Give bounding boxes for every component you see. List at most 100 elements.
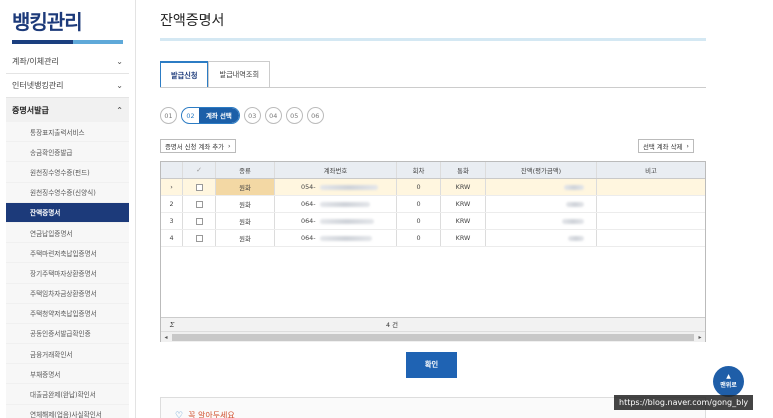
add-account-label: 증명서 신청 계좌 추가 [165, 142, 225, 151]
masked-balance [566, 201, 584, 207]
delete-selected-button[interactable]: 선택 계좌 삭제 › [638, 139, 694, 153]
column-header-note: 비고 [645, 166, 657, 175]
masked-balance [564, 184, 584, 190]
row-account: 054- [275, 179, 397, 195]
row-balance [486, 196, 597, 212]
row-number: 2 [161, 196, 183, 212]
sidebar-item[interactable]: 송금확인증발급 [6, 142, 129, 163]
row-seq: 0 [397, 213, 441, 229]
row-number: 3 [161, 213, 183, 229]
row-balance [486, 213, 597, 229]
page-title: 잔액증명서 [160, 13, 225, 29]
column-header-type: 종류 [216, 162, 275, 178]
scroll-to-top-button[interactable]: ▲ 맨위로 [713, 366, 744, 397]
masked-account [319, 201, 370, 207]
menu-group-internet-banking[interactable]: 인터넷뱅킹관리 ⌄ [6, 74, 129, 98]
step-1: 01 [160, 107, 177, 124]
row-balance [486, 230, 597, 246]
title-divider [160, 38, 706, 41]
row-account: 064- [275, 196, 397, 212]
row-note [597, 196, 705, 212]
step-indicator: 01 02 계좌 선택 03 04 05 06 [160, 107, 324, 124]
row-note [597, 230, 705, 246]
sidebar-item[interactable]: 부채증명서 [6, 364, 129, 385]
sum-icon: Σ [169, 320, 175, 329]
sidebar-item[interactable]: 연체해제(업음)사실확인서 [6, 404, 129, 418]
sidebar-item[interactable]: 원천징수영수증(펀드) [6, 162, 129, 183]
sidebar-item[interactable]: 공동인증서발급확인증 [6, 323, 129, 345]
horizontal-scrollbar[interactable]: ◂ ▸ [161, 331, 705, 342]
tab-divider [160, 87, 706, 88]
step-2-label: 계좌 선택 [199, 108, 239, 123]
step-3: 03 [243, 107, 261, 124]
account-prefix: 054- [301, 183, 316, 191]
masked-account [319, 218, 374, 224]
delete-selected-label: 선택 계좌 삭제 [643, 142, 683, 151]
row-currency: KRW [441, 230, 486, 246]
chevron-down-icon: ⌄ [116, 81, 123, 90]
table-footer: Σ 4 건 [161, 317, 705, 331]
chevron-up-icon: ⌃ [116, 105, 123, 115]
sidebar-item[interactable]: 주택청약저축납입증명서 [6, 303, 129, 324]
masked-balance [568, 235, 584, 241]
column-header-check[interactable]: ✓ [183, 162, 216, 178]
row-checkbox[interactable] [183, 213, 216, 229]
row-account: 064- [275, 230, 397, 246]
step-2-number: 02 [182, 108, 199, 123]
main-content: 잔액증명서 발급신청 발급내역조회 01 02 계좌 선택 03 04 05 0… [136, 0, 773, 418]
row-note [597, 213, 705, 229]
step-4: 04 [264, 107, 282, 124]
table-row[interactable]: 3 원화 064- 0 KRW [161, 213, 705, 230]
scrollbar-thumb[interactable] [172, 333, 694, 341]
notice-title: ♡ 꼭 알아두세요 [175, 410, 235, 418]
menu-group-account-transfer[interactable]: 계좌/이체관리 ⌄ [6, 50, 129, 74]
sidebar-item[interactable]: 대출금완제(완납)확인서 [6, 384, 129, 405]
menu-group-certificates[interactable]: 증명서발급 ⌃ [6, 98, 129, 122]
tab-issue-request[interactable]: 발급신청 [160, 61, 209, 88]
sidebar-item[interactable]: 금융거래확인서 [6, 344, 129, 365]
table-row[interactable]: 4 원화 064- 0 KRW [161, 230, 705, 247]
sidebar-brand: 뱅킹관리 [12, 10, 83, 34]
sidebar-item[interactable]: 통장표지출력서비스 [6, 122, 129, 143]
scroll-left-icon[interactable]: ◂ [161, 334, 171, 341]
masked-balance [562, 218, 584, 224]
notice-label: 꼭 알아두세요 [188, 411, 235, 418]
sidebar-item[interactable]: 주택마련저축납입증명서 [6, 243, 129, 264]
row-type: 원화 [216, 179, 275, 195]
row-count: 4 건 [386, 321, 398, 329]
scroll-right-icon[interactable]: ▸ [695, 334, 705, 341]
row-number: 4 [161, 230, 183, 246]
sidebar-item[interactable]: 주택임차자금상환증명서 [6, 283, 129, 304]
sidebar-item[interactable]: 원천징수영수증(신양식) [6, 182, 129, 203]
sidebar-item[interactable]: 연금납입증명서 [6, 222, 129, 244]
table-row[interactable]: › 원화 054- 0 KRW [161, 179, 705, 196]
chevron-right-icon: › [686, 142, 689, 150]
row-note [597, 179, 705, 195]
menu-group-label: 인터넷뱅킹관리 [12, 81, 64, 90]
row-balance [486, 179, 597, 195]
column-header-account: 계좌번호 [275, 162, 397, 178]
watermark: https://blog.naver.com/gong_bly [614, 395, 754, 410]
column-header-currency: 통화 [441, 162, 486, 178]
row-currency: KRW [441, 179, 486, 195]
column-header-balance: 잔액(평가금액) [486, 162, 597, 178]
row-checkbox[interactable] [183, 179, 216, 195]
add-account-button[interactable]: 증명서 신청 계좌 추가 › [160, 139, 236, 153]
chevron-down-icon: ⌄ [116, 57, 123, 66]
sidebar: 뱅킹관리 계좌/이체관리 ⌄ 인터넷뱅킹관리 ⌄ 증명서발급 ⌃ 통장표지출력서… [0, 0, 136, 418]
row-type: 원화 [216, 196, 275, 212]
menu-group-label: 증명서발급 [12, 105, 49, 115]
tab-issue-history[interactable]: 발급내역조회 [208, 61, 271, 88]
sidebar-item[interactable]: 장기주택마자상환증명서 [6, 263, 129, 284]
row-checkbox[interactable] [183, 230, 216, 246]
table-row[interactable]: 2 원화 064- 0 KRW [161, 196, 705, 213]
row-seq: 0 [397, 196, 441, 212]
masked-account [319, 184, 378, 190]
row-type: 원화 [216, 230, 275, 246]
row-checkbox[interactable] [183, 196, 216, 212]
sidebar-item-balance-certificate[interactable]: 잔액증명서 [6, 202, 129, 223]
account-prefix: 064- [301, 217, 316, 225]
confirm-button[interactable]: 확인 [406, 352, 457, 378]
row-seq: 0 [397, 230, 441, 246]
row-type: 원화 [216, 213, 275, 229]
